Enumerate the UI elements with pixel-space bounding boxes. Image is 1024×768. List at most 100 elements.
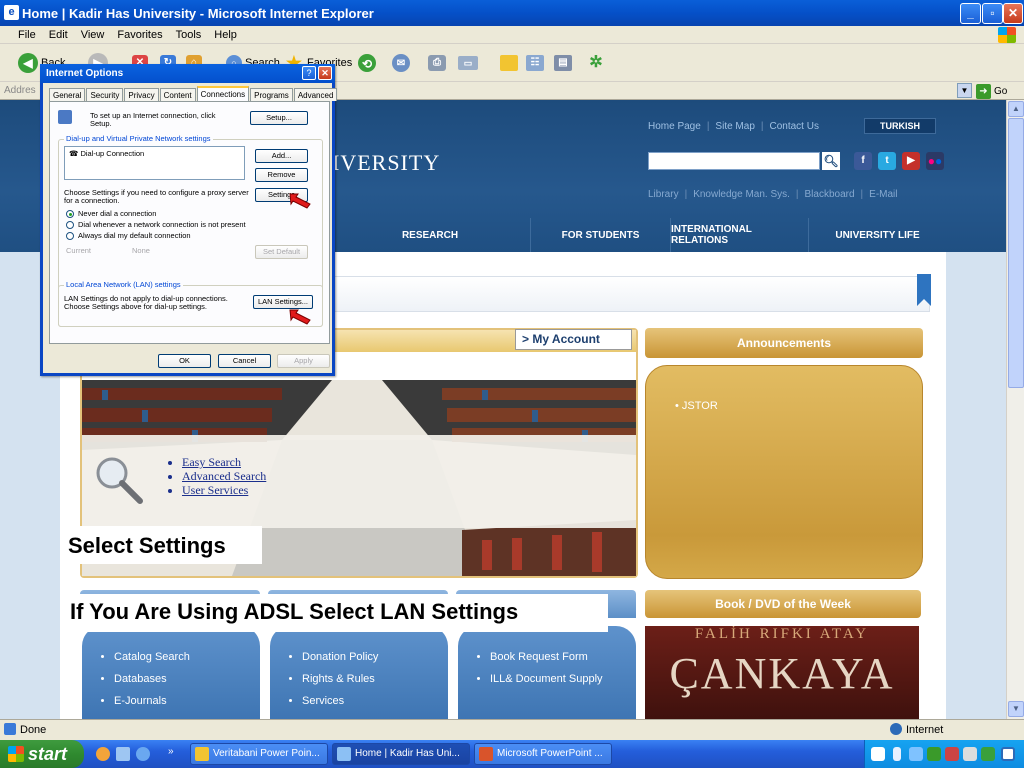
ejournals-link[interactable]: E-Journals [114, 690, 190, 712]
tab-general[interactable]: General [49, 88, 86, 101]
library-link[interactable]: Library [648, 189, 679, 200]
research-button[interactable]: ▤ [554, 52, 575, 74]
help-icon[interactable]: ? [302, 66, 316, 80]
remove-button[interactable]: Remove [255, 168, 308, 182]
knowledge-link[interactable]: Knowledge Man. Sys. [693, 189, 790, 200]
messenger-button[interactable]: ☷ [526, 52, 547, 74]
menu-edit[interactable]: Edit [49, 29, 68, 41]
announcement-item[interactable]: • JSTOR [675, 400, 718, 412]
maximize-button[interactable]: ▫ [982, 3, 1003, 24]
setup-button[interactable]: Setup... [250, 111, 308, 125]
tab-privacy[interactable]: Privacy [124, 88, 159, 101]
rights-rules-link[interactable]: Rights & Rules [302, 668, 378, 690]
donation-policy-link[interactable]: Donation Policy [302, 646, 378, 668]
turkish-button[interactable]: TURKISH [864, 118, 936, 134]
dialog-close-icon[interactable]: ✕ [318, 66, 332, 80]
youtube-icon[interactable]: ▶ [902, 152, 920, 170]
set-default-button[interactable]: Set Default [255, 245, 308, 259]
nav-university-life[interactable]: UNIVERSITY LIFE [808, 218, 946, 252]
menu-file[interactable]: File [18, 29, 36, 41]
tab-security[interactable]: Security [86, 88, 124, 101]
contact-us-link[interactable]: Contact Us [770, 121, 819, 132]
close-button[interactable]: ✕ [1003, 3, 1023, 24]
site-search-icon[interactable]: 🔍︎ [822, 152, 840, 170]
dialup-item[interactable]: ☎ Dial-up Connection [69, 150, 145, 158]
site-map-link[interactable]: Site Map [715, 121, 754, 132]
apply-button[interactable]: Apply [277, 354, 330, 368]
facebook-icon[interactable]: f [854, 152, 872, 170]
start-button[interactable]: start [0, 740, 84, 768]
home-page-link[interactable]: Home Page [648, 121, 701, 132]
dialup-connection-list[interactable]: ☎ Dial-up Connection [64, 146, 245, 180]
nav-research[interactable]: RESEARCH [330, 218, 530, 252]
ill-document-link[interactable]: ILL& Document Supply [490, 668, 603, 690]
quicklaunch-more-icon[interactable]: » [168, 746, 174, 757]
tray-app-icon[interactable] [927, 747, 941, 761]
tray-help-icon[interactable] [871, 747, 885, 761]
windows-logo-icon [998, 27, 1016, 43]
mail-button[interactable]: ✉ [392, 52, 413, 74]
my-account-button[interactable]: > My Account [515, 329, 632, 350]
vertical-scrollbar[interactable]: ▲ ▼ [1006, 100, 1024, 719]
menu-help[interactable]: Help [214, 29, 237, 41]
tab-advanced[interactable]: Advanced [293, 88, 338, 101]
twitter-icon[interactable]: t [878, 152, 896, 170]
book-cover-image[interactable]: FALİH RIFKI ATAY ÇANKAYA [645, 626, 919, 719]
radio-always-dial[interactable] [66, 232, 74, 240]
nav-for-students[interactable]: FOR STUDENTS [530, 218, 670, 252]
advanced-search-link[interactable]: Advanced Search [182, 469, 266, 483]
tab-programs[interactable]: Programs [250, 88, 293, 101]
tray-volume-icon[interactable] [963, 747, 977, 761]
menu-tools[interactable]: Tools [176, 29, 202, 41]
quicklaunch-ie-icon[interactable] [136, 747, 150, 761]
scroll-up-icon[interactable]: ▲ [1008, 101, 1024, 117]
taskbar-veritabani[interactable]: Veritabani Power Poin... [190, 743, 328, 765]
radio-never-dial[interactable] [66, 210, 74, 218]
catalog-search-link[interactable]: Catalog Search [114, 646, 190, 668]
people-button[interactable]: ✲ [586, 52, 609, 74]
add-button[interactable]: Add... [255, 149, 308, 163]
scroll-thumb[interactable] [1008, 118, 1024, 388]
go-button[interactable]: ➜ Go [976, 83, 1020, 99]
menu-view[interactable]: View [81, 29, 105, 41]
quicklaunch-desktop-icon[interactable] [116, 747, 130, 761]
user-services-link[interactable]: User Services [182, 483, 266, 497]
tray-user-icon[interactable] [981, 747, 995, 761]
announcement-jstor: JSTOR [681, 400, 718, 412]
scroll-down-icon[interactable]: ▼ [1008, 701, 1024, 717]
tab-content[interactable]: Content [159, 88, 196, 101]
taskbar-home-kadir[interactable]: Home | Kadir Has Uni... [332, 743, 470, 765]
site-search-input[interactable] [648, 152, 820, 170]
tray-monitor-icon[interactable] [1001, 747, 1015, 761]
tray-pin-icon[interactable] [893, 747, 901, 761]
tray-security-icon[interactable] [945, 747, 959, 761]
radio-dial-whenever[interactable] [66, 221, 74, 229]
minimize-button[interactable]: _ [960, 3, 981, 24]
edit-button[interactable]: ▭ [458, 52, 481, 74]
book-request-link[interactable]: Book Request Form [490, 646, 603, 668]
databases-link[interactable]: Databases [114, 668, 190, 690]
messenger-icon: ☷ [526, 55, 544, 71]
magnifier-icon [96, 457, 143, 504]
blackboard-link[interactable]: Blackboard [805, 189, 855, 200]
print-button[interactable]: ⎙ [428, 52, 449, 74]
services-link[interactable]: Services [302, 690, 378, 712]
tab-connections[interactable]: Connections [196, 86, 250, 101]
taskbar-powerpoint[interactable]: Microsoft PowerPoint ... [474, 743, 612, 765]
go-label: Go [994, 85, 1008, 97]
email-link[interactable]: E-Mail [869, 189, 897, 200]
address-dropdown-icon[interactable]: ▼ [957, 83, 972, 98]
ok-button[interactable]: OK [158, 354, 211, 368]
easy-search-link[interactable]: Easy Search [182, 455, 266, 469]
folder-icon [195, 747, 209, 761]
lan-settings-button[interactable]: LAN Settings... [253, 295, 313, 309]
quicklaunch-firefox-icon[interactable] [96, 747, 110, 761]
history-button[interactable]: ⟲ [358, 52, 379, 74]
system-tray [864, 740, 1024, 768]
folder-button[interactable] [500, 52, 521, 74]
nav-international-relations[interactable]: INTERNATIONAL RELATIONS [670, 218, 808, 252]
cancel-button[interactable]: Cancel [218, 354, 271, 368]
tray-network-icon[interactable] [909, 747, 923, 761]
flickr-icon[interactable]: ●● [926, 152, 944, 170]
menu-favorites[interactable]: Favorites [117, 29, 162, 41]
